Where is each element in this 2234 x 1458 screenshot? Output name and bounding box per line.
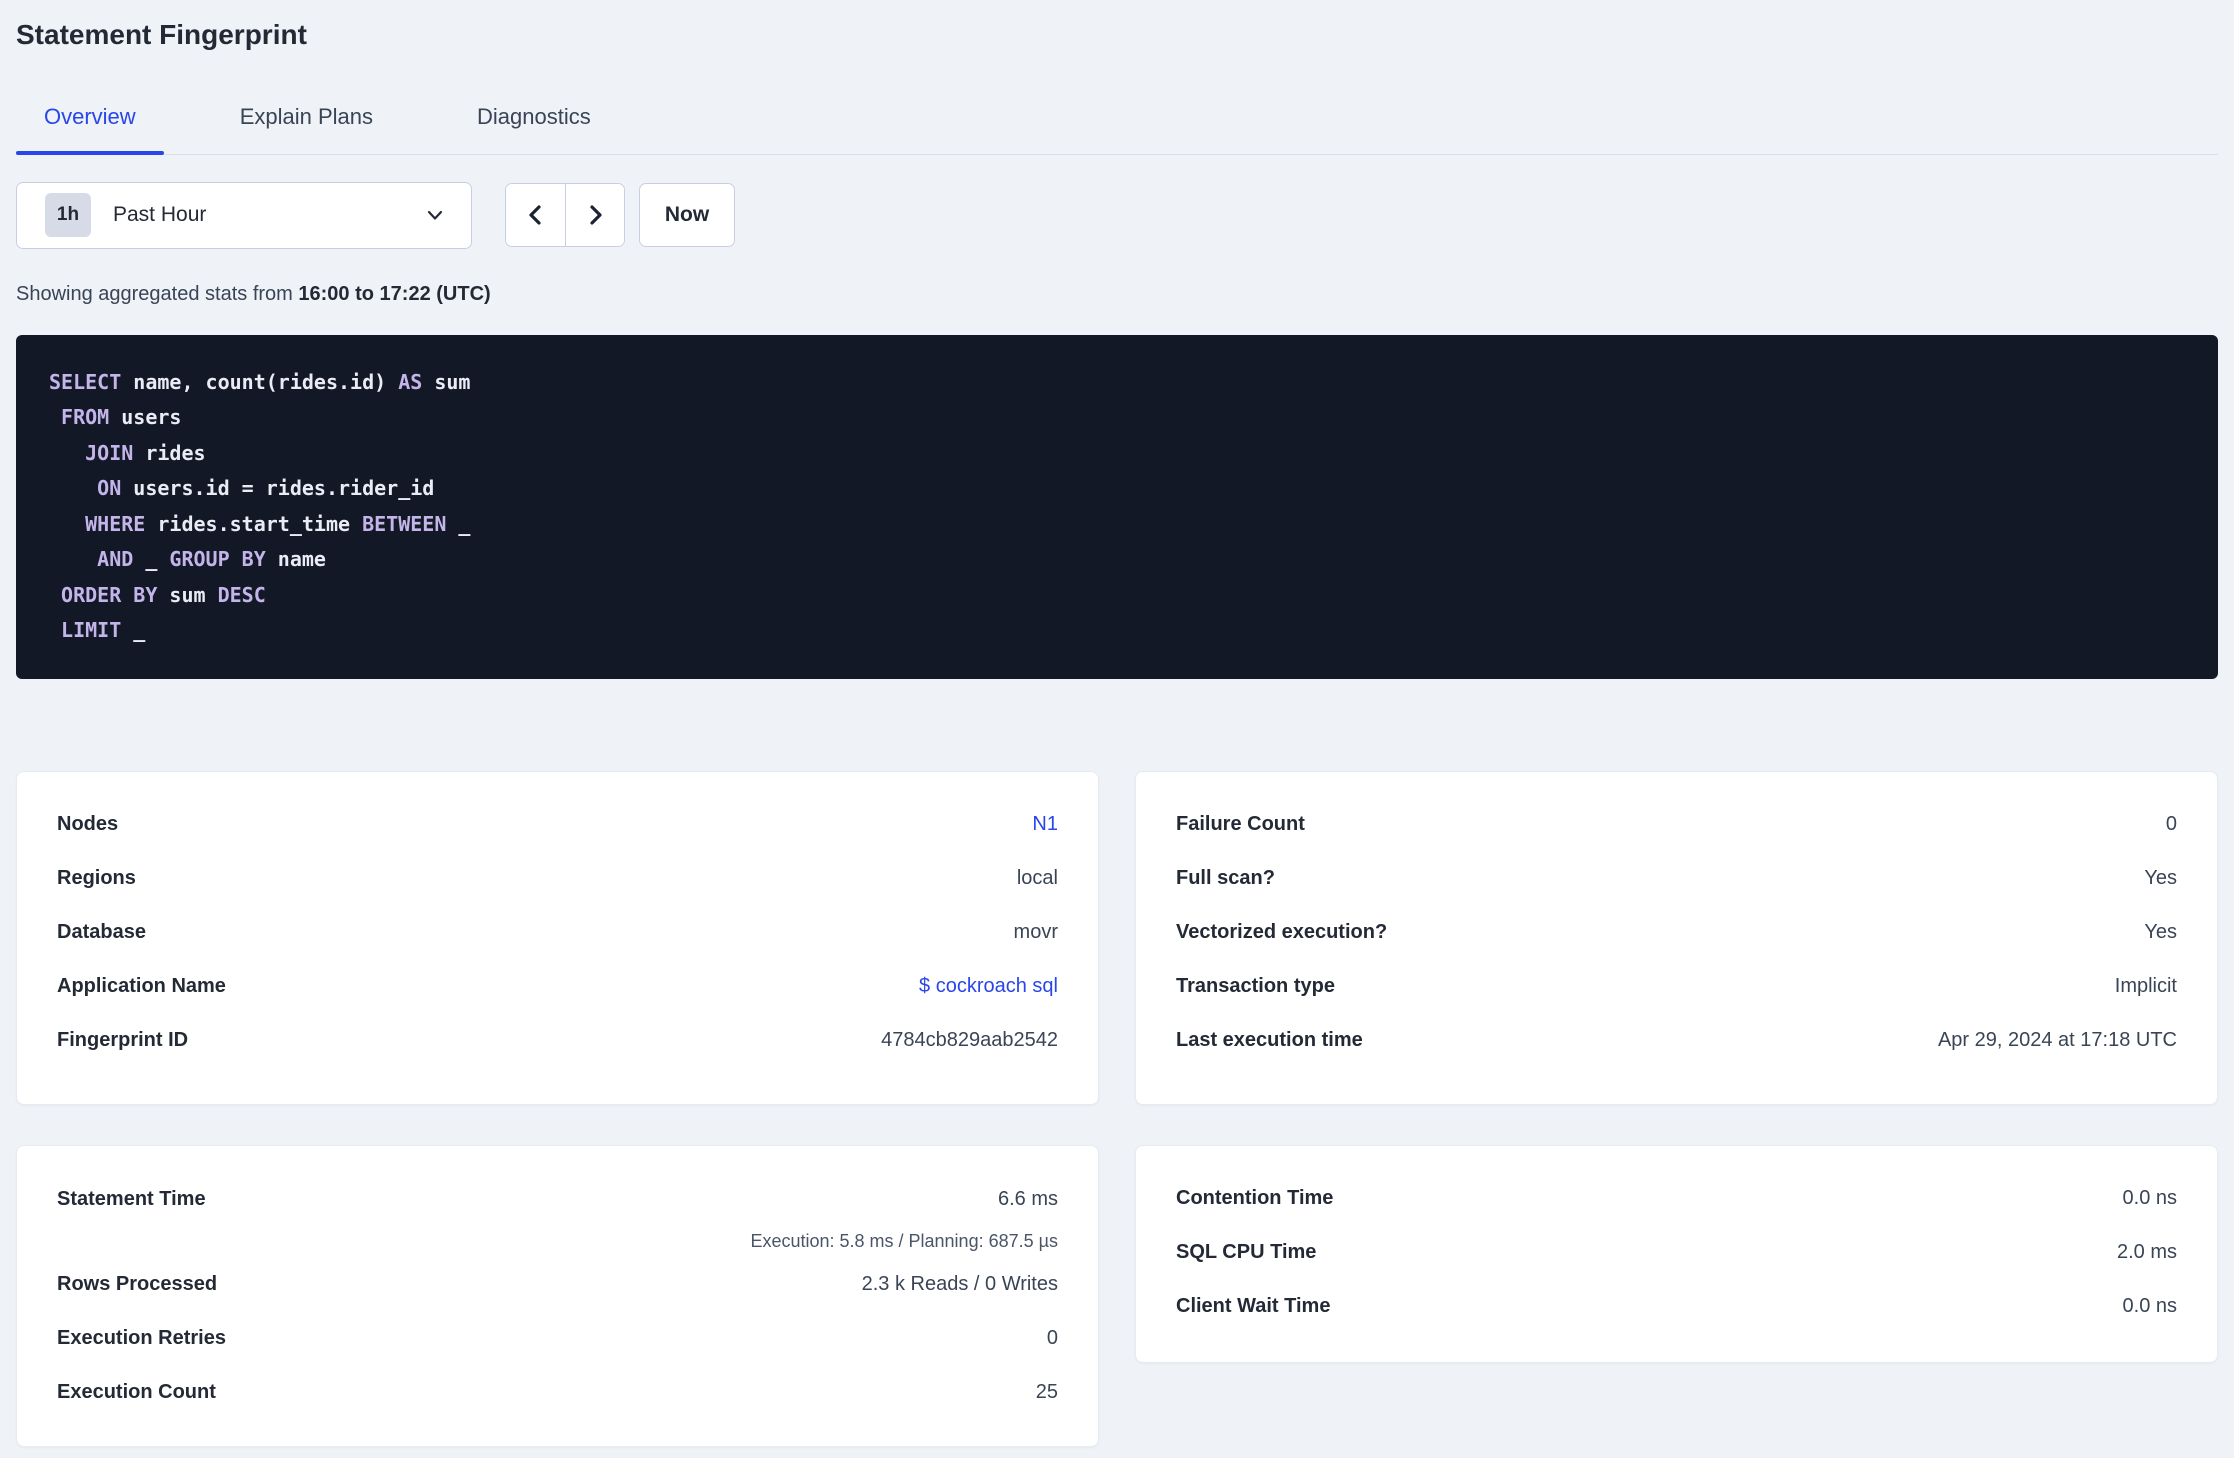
wait-timing-card: Contention Time 0.0 ns SQL CPU Time 2.0 ms C… bbox=[1135, 1144, 2218, 1363]
stat-row: Fingerprint ID 4784cb829aab2542 bbox=[57, 1014, 1058, 1068]
statement-details-rows: Nodes N1 Regions local Database movr Applicati… bbox=[57, 798, 1058, 1068]
stat-row: Application Name $ cockroach sql bbox=[57, 960, 1058, 1014]
stat-value: 0 bbox=[1046, 1327, 1058, 1350]
next-range-button[interactable] bbox=[565, 184, 624, 247]
aggregated-stats-prefix: Showing aggregated stats from bbox=[16, 282, 299, 305]
time-controls: 1h Past Hour Now bbox=[16, 181, 2218, 249]
stat-value: local bbox=[1016, 867, 1058, 890]
stat-value: 0 bbox=[2165, 813, 2177, 836]
stat-row: SQL CPU Time 2.0 ms bbox=[1176, 1226, 2177, 1280]
stat-value: Yes bbox=[2144, 921, 2177, 944]
sql-line: LIMIT _ bbox=[61, 618, 146, 643]
stat-value: Implicit bbox=[2114, 975, 2177, 998]
stat-row: Database movr bbox=[57, 906, 1058, 960]
stat-row: Regions local bbox=[57, 852, 1058, 906]
stat-value: movr bbox=[1013, 921, 1058, 944]
stat-label: Regions bbox=[57, 867, 136, 890]
stat-row: Execution Retries 0 bbox=[57, 1312, 1058, 1366]
time-range-dropdown[interactable]: 1h Past Hour bbox=[16, 181, 472, 249]
aggregated-stats-range: 16:00 to 17:22 (UTC) bbox=[298, 282, 491, 305]
sql-line: SELECT name, count(rides.id) AS sum bbox=[49, 369, 471, 394]
stat-value: Yes bbox=[2144, 867, 2177, 890]
wait-timing-rows: Contention Time 0.0 ns SQL CPU Time 2.0 ms C… bbox=[1176, 1172, 2177, 1334]
stat-label: Rows Processed bbox=[57, 1273, 218, 1296]
stat-row: Execution Count 25 bbox=[57, 1366, 1058, 1420]
stat-label: Transaction type bbox=[1176, 975, 1335, 998]
stat-label: SQL CPU Time bbox=[1176, 1241, 1317, 1264]
stat-value-link[interactable]: N1 bbox=[1032, 813, 1058, 836]
statement-fingerprint-page: Statement Fingerprint Overview Explain Pl… bbox=[0, 0, 2234, 1447]
stat-label: Nodes bbox=[57, 813, 119, 836]
stat-label: Statement Time bbox=[57, 1187, 206, 1210]
stat-row: Nodes N1 bbox=[57, 798, 1058, 852]
time-range-label: Past Hour bbox=[113, 203, 207, 227]
chevron-left-icon bbox=[524, 203, 548, 227]
sql-line: WHERE rides.start_time BETWEEN _ bbox=[85, 511, 471, 536]
stat-label: Client Wait Time bbox=[1176, 1295, 1331, 1318]
stat-value: 2.3 k Reads / 0 Writes bbox=[861, 1273, 1058, 1296]
time-range-badge: 1h bbox=[45, 193, 91, 238]
tab-diagnostics[interactable]: Diagnostics bbox=[449, 104, 619, 154]
stat-value: 25 bbox=[1035, 1381, 1058, 1404]
sql-line: FROM users bbox=[61, 405, 182, 430]
stat-label: Database bbox=[57, 921, 146, 944]
stat-label: Execution Count bbox=[57, 1381, 216, 1404]
tab-overview[interactable]: Overview bbox=[16, 104, 164, 155]
stat-row: Failure Count 0 bbox=[1176, 798, 2177, 852]
chevron-down-icon bbox=[425, 205, 445, 225]
sql-line: ORDER BY sum DESC bbox=[61, 582, 266, 607]
aggregated-stats-line: Showing aggregated stats from 16:00 to 1… bbox=[16, 283, 2218, 306]
stat-row: Last execution time Apr 29, 2024 at 17:18… bbox=[1176, 1014, 2177, 1068]
stat-value: 6.6 ms bbox=[997, 1187, 1058, 1210]
stat-label: Contention Time bbox=[1176, 1187, 1334, 1210]
sql-line: AND _ GROUP BY name bbox=[97, 547, 326, 572]
stat-value-link[interactable]: $ cockroach sql bbox=[919, 975, 1058, 998]
tab-explain-plans[interactable]: Explain Plans bbox=[212, 104, 401, 154]
sql-statement-box: SELECT name, count(rides.id) AS sum FROM… bbox=[16, 334, 2218, 679]
stat-value: 4784cb829aab2542 bbox=[881, 1029, 1058, 1052]
page-title: Statement Fingerprint bbox=[16, 19, 307, 50]
chevron-right-icon bbox=[583, 203, 607, 227]
statement-timing-card: Statement Time 6.6 ms Execution: 5.8 ms / … bbox=[16, 1144, 1099, 1447]
stat-value: Apr 29, 2024 at 17:18 UTC bbox=[1937, 1029, 2177, 1052]
execution-attributes-card: Failure Count 0 Full scan? Yes Vectorized ex… bbox=[1135, 770, 2218, 1105]
stat-row: Client Wait Time 0.0 ns bbox=[1176, 1280, 2177, 1334]
stat-label: Full scan? bbox=[1176, 867, 1275, 890]
stat-value: 2.0 ms bbox=[2116, 1241, 2177, 1264]
stat-label: Fingerprint ID bbox=[57, 1029, 189, 1052]
stats-cards-grid: Nodes N1 Regions local Database movr Applicati… bbox=[16, 770, 2218, 1447]
sql-line: JOIN rides bbox=[85, 440, 206, 465]
tab-bar: Overview Explain Plans Diagnostics bbox=[16, 104, 2218, 155]
stat-value: 0.0 ns bbox=[2122, 1187, 2177, 1210]
stat-label: Last execution time bbox=[1176, 1029, 1363, 1052]
time-range-pager bbox=[505, 183, 625, 248]
prev-range-button[interactable] bbox=[506, 184, 565, 247]
stat-row: Transaction type Implicit bbox=[1176, 960, 2177, 1014]
statement-timing-rows: Statement Time 6.6 ms Execution: 5.8 ms / … bbox=[57, 1172, 1058, 1420]
stat-label: Failure Count bbox=[1176, 813, 1305, 836]
stat-value: 0.0 ns bbox=[2122, 1295, 2177, 1318]
statement-details-card: Nodes N1 Regions local Database movr Applicati… bbox=[16, 770, 1099, 1105]
stat-row: Rows Processed 2.3 k Reads / 0 Writes bbox=[57, 1258, 1058, 1312]
stat-label: Application Name bbox=[57, 975, 226, 998]
stat-label: Execution Retries bbox=[57, 1327, 226, 1350]
execution-attributes-rows: Failure Count 0 Full scan? Yes Vectorized ex… bbox=[1176, 798, 2177, 1068]
stat-row: Full scan? Yes bbox=[1176, 852, 2177, 906]
stat-row: Contention Time 0.0 ns bbox=[1176, 1172, 2177, 1226]
sql-line: ON users.id = rides.rider_id bbox=[97, 476, 435, 501]
now-button[interactable]: Now bbox=[639, 183, 735, 248]
stat-row: Statement Time 6.6 ms Execution: 5.8 ms / … bbox=[57, 1172, 1058, 1258]
stat-row: Vectorized execution? Yes bbox=[1176, 906, 2177, 960]
stat-label: Vectorized execution? bbox=[1176, 921, 1388, 944]
stat-subvalue: Execution: 5.8 ms / Planning: 687.5 µs bbox=[750, 1230, 1058, 1251]
